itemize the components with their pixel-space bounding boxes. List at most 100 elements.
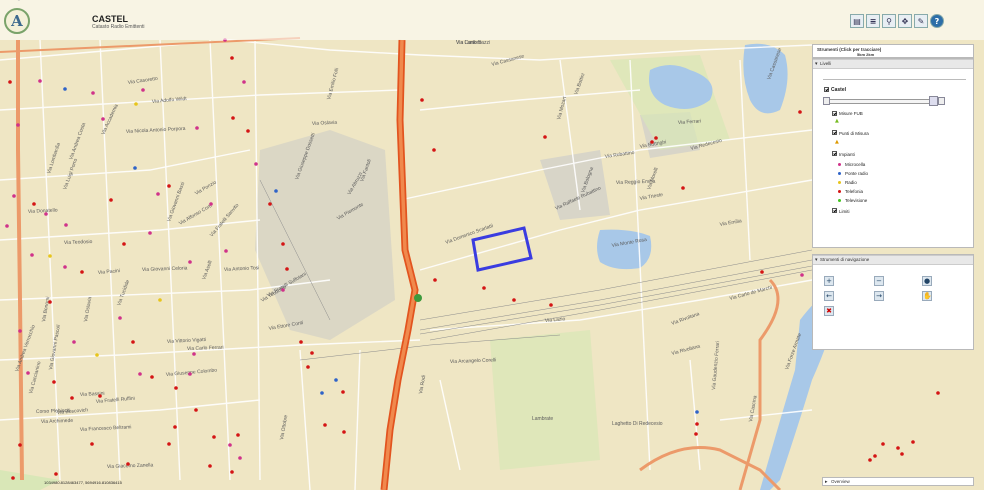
antenna-marker[interactable] bbox=[654, 136, 658, 140]
antenna-marker[interactable] bbox=[936, 391, 940, 395]
layers-header[interactable]: Livelli bbox=[813, 59, 973, 69]
antenna-marker[interactable] bbox=[432, 148, 436, 152]
antenna-marker[interactable] bbox=[32, 202, 36, 206]
antenna-marker[interactable] bbox=[800, 273, 804, 277]
antenna-marker[interactable] bbox=[91, 91, 95, 95]
antenna-marker[interactable] bbox=[868, 458, 872, 462]
antenna-marker[interactable] bbox=[134, 102, 138, 106]
antenna-marker[interactable] bbox=[433, 278, 437, 282]
full-extent-icon[interactable]: ● bbox=[922, 276, 932, 286]
antenna-marker[interactable] bbox=[323, 423, 327, 427]
antenna-marker[interactable] bbox=[48, 300, 52, 304]
antenna-marker[interactable] bbox=[268, 202, 272, 206]
antenna-marker[interactable] bbox=[274, 189, 278, 193]
antenna-marker[interactable] bbox=[109, 198, 113, 202]
antenna-marker[interactable] bbox=[8, 80, 12, 84]
antenna-marker[interactable] bbox=[242, 80, 246, 84]
antenna-marker[interactable] bbox=[173, 425, 177, 429]
antenna-marker[interactable] bbox=[681, 186, 685, 190]
antenna-marker[interactable] bbox=[30, 253, 34, 257]
overview-toggle[interactable]: Overview bbox=[822, 477, 974, 486]
antenna-marker[interactable] bbox=[798, 110, 802, 114]
measure-icon[interactable]: ✎ bbox=[914, 14, 928, 28]
antenna-marker[interactable] bbox=[70, 396, 74, 400]
castel-checkbox[interactable] bbox=[824, 87, 829, 92]
antenna-marker[interactable] bbox=[228, 443, 232, 447]
antenna-marker[interactable] bbox=[150, 375, 154, 379]
antenna-marker[interactable] bbox=[873, 454, 877, 458]
antenna-marker[interactable] bbox=[101, 117, 105, 121]
antenna-marker[interactable] bbox=[167, 184, 171, 188]
antenna-marker[interactable] bbox=[334, 378, 338, 382]
antenna-marker[interactable] bbox=[281, 288, 285, 292]
antenna-marker[interactable] bbox=[141, 88, 145, 92]
antenna-marker[interactable] bbox=[44, 212, 48, 216]
antenna-marker[interactable] bbox=[281, 242, 285, 246]
antenna-marker[interactable] bbox=[131, 340, 135, 344]
antenna-marker[interactable] bbox=[543, 135, 547, 139]
antenna-marker[interactable] bbox=[310, 351, 314, 355]
antenna-marker[interactable] bbox=[549, 303, 553, 307]
antenna-marker[interactable] bbox=[18, 443, 22, 447]
slider-plus[interactable] bbox=[938, 97, 945, 105]
antenna-marker[interactable] bbox=[238, 456, 242, 460]
antenna-marker[interactable] bbox=[5, 224, 9, 228]
pan-icon[interactable]: ✥ bbox=[898, 14, 912, 28]
antenna-marker[interactable] bbox=[95, 353, 99, 357]
antenna-marker[interactable] bbox=[209, 202, 213, 206]
slider-minus[interactable] bbox=[823, 97, 830, 105]
antenna-marker[interactable] bbox=[230, 56, 234, 60]
antenna-marker[interactable] bbox=[188, 260, 192, 264]
antenna-marker[interactable] bbox=[63, 87, 67, 91]
antenna-marker[interactable] bbox=[285, 267, 289, 271]
antenna-marker[interactable] bbox=[133, 166, 137, 170]
antenna-marker[interactable] bbox=[98, 394, 102, 398]
antenna-marker[interactable] bbox=[167, 442, 171, 446]
antenna-marker[interactable] bbox=[18, 329, 22, 333]
zoom-next-icon[interactable]: → bbox=[874, 291, 884, 301]
opacity-slider-handle[interactable] bbox=[929, 96, 938, 106]
antenna-marker[interactable] bbox=[52, 380, 56, 384]
antenna-marker[interactable] bbox=[12, 194, 16, 198]
antenna-marker[interactable] bbox=[482, 286, 486, 290]
antenna-marker[interactable] bbox=[900, 452, 904, 456]
antenna-marker[interactable] bbox=[90, 442, 94, 446]
zoom-out-icon[interactable]: − bbox=[874, 276, 884, 286]
layer-misure-fub-checkbox[interactable] bbox=[832, 111, 837, 116]
antenna-marker[interactable] bbox=[881, 442, 885, 446]
antenna-marker[interactable] bbox=[138, 372, 142, 376]
antenna-marker[interactable] bbox=[80, 270, 84, 274]
antenna-marker[interactable] bbox=[760, 270, 764, 274]
antenna-marker[interactable] bbox=[246, 129, 250, 133]
zoom-previous-icon[interactable]: ← bbox=[824, 291, 834, 301]
opacity-slider[interactable] bbox=[825, 99, 944, 104]
antenna-marker[interactable] bbox=[208, 464, 212, 468]
antenna-marker[interactable] bbox=[694, 432, 698, 436]
antenna-marker[interactable] bbox=[896, 446, 900, 450]
antenna-marker[interactable] bbox=[126, 462, 130, 466]
antenna-marker[interactable] bbox=[194, 408, 198, 412]
antenna-marker[interactable] bbox=[230, 470, 234, 474]
layer-punti-misura-checkbox[interactable] bbox=[832, 130, 837, 135]
layer-impianti-checkbox[interactable] bbox=[832, 151, 837, 156]
help-icon[interactable]: ? bbox=[930, 14, 944, 28]
antenna-marker[interactable] bbox=[342, 430, 346, 434]
antenna-marker[interactable] bbox=[48, 254, 52, 258]
pan-hand-icon[interactable]: ✋ bbox=[922, 291, 932, 301]
clear-icon[interactable]: ✖ bbox=[824, 306, 834, 316]
layer-limiti-checkbox[interactable] bbox=[832, 208, 837, 213]
antenna-marker[interactable] bbox=[231, 116, 235, 120]
zoom-in-icon[interactable]: + bbox=[824, 276, 834, 286]
antenna-marker[interactable] bbox=[650, 140, 654, 144]
antenna-marker[interactable] bbox=[512, 298, 516, 302]
antenna-marker[interactable] bbox=[224, 249, 228, 253]
antenna-marker[interactable] bbox=[236, 433, 240, 437]
antenna-marker[interactable] bbox=[320, 391, 324, 395]
antenna-marker[interactable] bbox=[306, 365, 310, 369]
antenna-marker[interactable] bbox=[54, 472, 58, 476]
antenna-marker[interactable] bbox=[156, 192, 160, 196]
antenna-marker[interactable] bbox=[695, 422, 699, 426]
antenna-marker[interactable] bbox=[72, 340, 76, 344]
antenna-marker[interactable] bbox=[26, 371, 30, 375]
antenna-marker[interactable] bbox=[420, 98, 424, 102]
